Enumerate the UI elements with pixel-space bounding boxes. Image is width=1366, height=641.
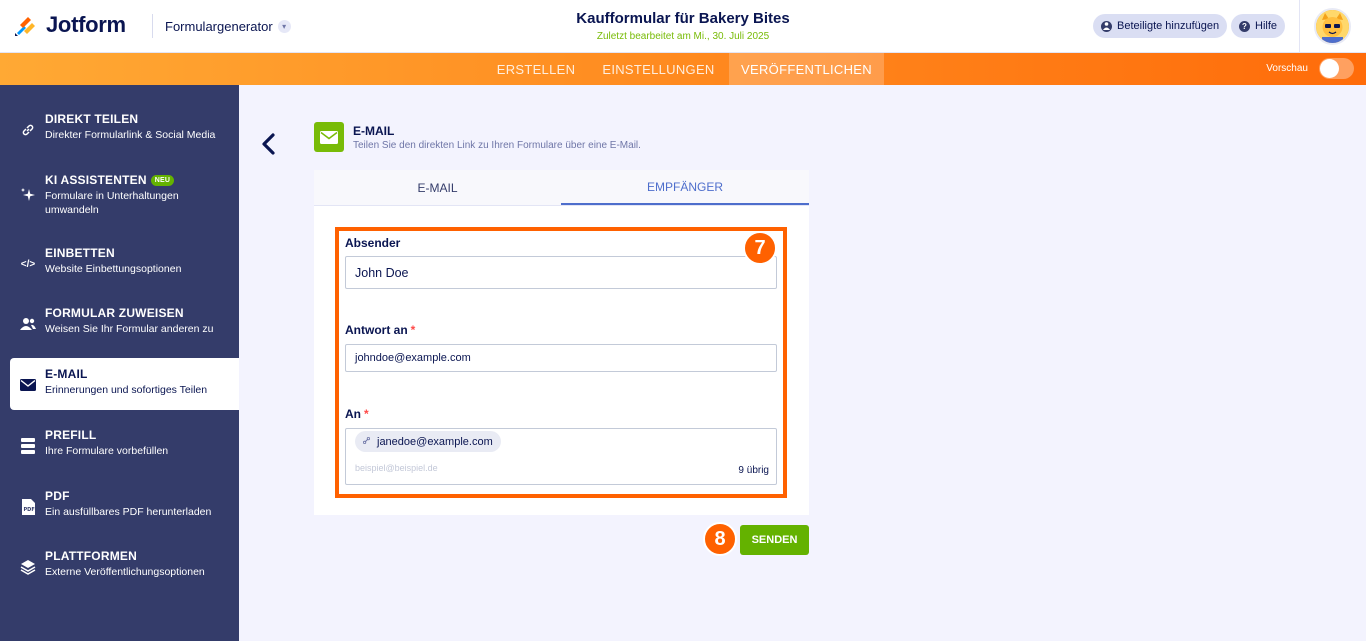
form-generator-label: Formulargenerator — [165, 19, 273, 34]
sidebar-item-subtitle: Weisen Sie Ihr Formular anderen zu — [45, 323, 214, 335]
sidebar-item-title: E-MAIL — [45, 367, 88, 381]
sidebar-item-title-text: KI ASSISTENTEN — [45, 173, 147, 187]
tab-einstellungen[interactable]: EINSTELLUNGEN — [597, 53, 720, 85]
sidebar-item-subtitle: Website Einbettungsoptionen — [45, 263, 182, 275]
step-badge-7: 7 — [743, 231, 777, 265]
jotform-logo[interactable]: Jotform — [14, 12, 126, 38]
top-header: Jotform Formulargenerator ▾ Kaufformular… — [0, 0, 1366, 53]
svg-text:PDF: PDF — [23, 507, 34, 513]
header-divider — [152, 14, 153, 38]
sidebar-item-pdf[interactable]: PDF PDF Ein ausfüllbares PDF herunterlad… — [10, 480, 239, 532]
tab-empfaenger[interactable]: EMPFÄNGER — [561, 170, 809, 205]
sidebar-item-title: PREFILL — [45, 428, 97, 442]
tab-email[interactable]: E-MAIL — [314, 170, 561, 206]
sidebar-item-title: DIREKT TEILEN — [45, 112, 139, 126]
sidebar-item-subtitle: Formulare in Unterhaltungen umwandeln — [45, 190, 179, 216]
sidebar-item-plattformen[interactable]: PLATTFORMEN Externe Veröffentlichungsopt… — [10, 540, 239, 592]
user-icon — [1101, 20, 1112, 32]
tab-veroeffentlichen[interactable]: VERÖFFENTLICHEN — [729, 53, 884, 85]
new-badge: NEU — [150, 175, 175, 186]
sparkles-icon — [19, 186, 37, 204]
toggle-knob — [1320, 59, 1339, 78]
brand-name: Jotform — [46, 12, 126, 37]
sidebar-item-title: PDF — [45, 489, 70, 503]
code-icon: </> — [20, 258, 36, 270]
sidebar-item-title: EINBETTEN — [45, 246, 115, 260]
publish-sidebar: DIREKT TEILEN Direkter Formularlink & So… — [0, 85, 239, 641]
sidebar-item-subtitle: Ein ausfüllbares PDF herunterladen — [45, 506, 212, 518]
pdf-icon: PDF — [19, 498, 37, 516]
add-participants-label: Beteiligte hinzufügen — [1117, 20, 1220, 32]
help-button[interactable]: ? Hilfe — [1231, 14, 1286, 38]
sidebar-item-ki-assistenten[interactable]: KI ASSISTENTEN NEU Formulare in Unterhalt… — [10, 164, 239, 224]
preview-label: Vorschau — [1266, 63, 1308, 74]
users-icon — [19, 315, 37, 333]
sidebar-item-subtitle: Direkter Formularlink & Social Media — [45, 129, 216, 141]
avatar-divider — [1299, 0, 1300, 53]
user-avatar[interactable] — [1314, 8, 1351, 45]
sidebar-item-title: KI ASSISTENTEN NEU — [45, 173, 175, 187]
preview-toggle[interactable] — [1319, 58, 1354, 79]
sidebar-item-subtitle: Externe Veröffentlichungsoptionen — [45, 566, 205, 578]
step-badge-8: 8 — [703, 522, 737, 556]
sidebar-item-email[interactable]: E-MAIL Erinnerungen und sofortiges Teile… — [10, 358, 239, 410]
add-participants-button[interactable]: Beteiligte hinzufügen — [1093, 14, 1228, 38]
chevron-down-icon: ▾ — [277, 20, 291, 33]
sidebar-item-formular-zuweisen[interactable]: FORMULAR ZUWEISEN Weisen Sie Ihr Formula… — [10, 297, 239, 349]
sidebar-item-prefill[interactable]: PREFILL Ihre Formulare vorbefüllen — [10, 419, 239, 471]
tab-erstellen[interactable]: ERSTELLEN — [490, 53, 582, 85]
help-label: Hilfe — [1255, 20, 1278, 32]
sidebar-item-subtitle: Ihre Formulare vorbefüllen — [45, 445, 169, 457]
envelope-icon — [19, 376, 37, 394]
builder-nav-bar: ERSTELLEN EINSTELLUNGEN VERÖFFENTLICHEN … — [0, 53, 1366, 85]
form-title-block: Kaufformular für Bakery Bites Zuletzt be… — [483, 10, 883, 42]
sidebar-item-einbetten[interactable]: </> EINBETTEN Website Einbettungsoptione… — [10, 237, 239, 289]
form-generator-dropdown[interactable]: Formulargenerator ▾ — [165, 19, 291, 34]
sidebar-item-title: PLATTFORMEN — [45, 549, 137, 563]
section-subtitle: Teilen Sie den direkten Link zu Ihren Fo… — [353, 140, 641, 151]
back-arrow-icon[interactable] — [258, 133, 280, 155]
sidebar-item-direkt-teilen[interactable]: DIREKT TEILEN Direkter Formularlink & So… — [10, 103, 239, 155]
email-section-icon — [314, 122, 344, 152]
highlight-frame — [335, 227, 787, 498]
sidebar-item-subtitle: Erinnerungen und sofortiges Teilen — [45, 384, 208, 396]
last-edited: Zuletzt bearbeitet am Mi., 30. Juli 2025 — [596, 31, 770, 42]
send-button[interactable]: SENDEN — [740, 525, 809, 555]
form-title[interactable]: Kaufformular für Bakery Bites — [483, 10, 883, 27]
email-tabs: E-MAIL EMPFÄNGER — [314, 170, 809, 206]
layers-icon — [19, 558, 37, 576]
prefill-icon — [19, 437, 37, 455]
jotform-logo-icon — [15, 17, 35, 36]
link-icon — [19, 121, 37, 139]
help-icon: ? — [1239, 20, 1250, 32]
section-title: E-MAIL — [353, 124, 395, 138]
envelope-icon — [320, 130, 338, 144]
sidebar-item-title: FORMULAR ZUWEISEN — [45, 306, 184, 320]
avatar-face-icon — [1316, 10, 1349, 43]
